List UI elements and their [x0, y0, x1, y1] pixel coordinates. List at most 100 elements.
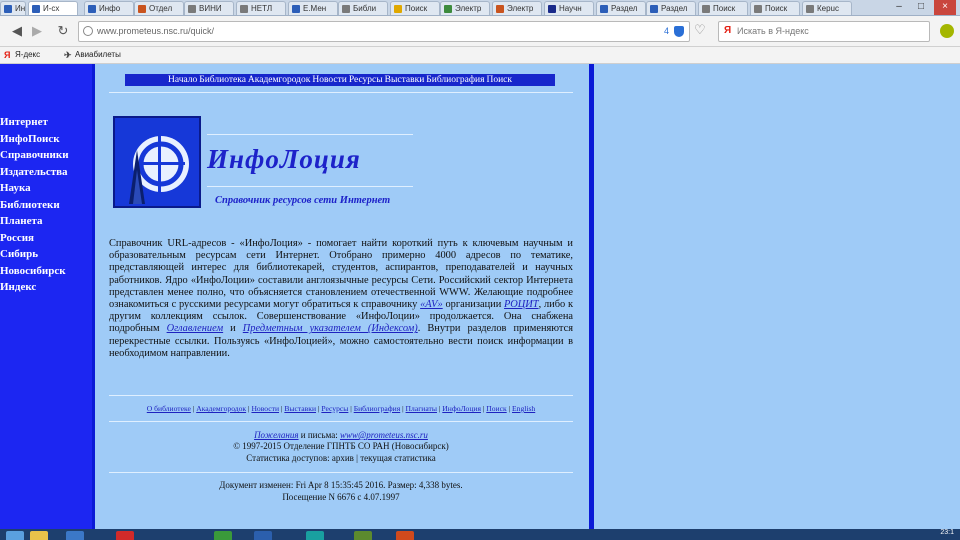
- topnav-link[interactable]: Библиотека: [199, 75, 246, 85]
- visits-text: Посещение N 6676 с 4.07.1997: [282, 491, 400, 502]
- bottomnav-link[interactable]: Новости: [251, 404, 279, 413]
- browser-tab[interactable]: Инфо: [0, 1, 26, 15]
- browser-tab[interactable]: Раздел: [646, 1, 696, 15]
- browser-tab[interactable]: Кеpuс: [802, 1, 852, 15]
- feedback-link[interactable]: Пожелания: [254, 430, 298, 440]
- heart-icon[interactable]: ♡: [694, 22, 706, 38]
- page-icon: [88, 5, 96, 13]
- browser-tab[interactable]: Электр: [440, 1, 490, 15]
- topnav-link[interactable]: Новости: [312, 75, 346, 85]
- topnav-link[interactable]: Выставки: [385, 75, 425, 85]
- app-icon[interactable]: [214, 531, 232, 540]
- search-input[interactable]: Я Искать в Я-ндекс: [718, 21, 930, 42]
- reload-icon[interactable]: ↻: [54, 22, 72, 40]
- sidebar-item[interactable]: Издательства: [0, 166, 68, 178]
- topnav-link[interactable]: Академгородок: [248, 75, 310, 85]
- tab-label: Поиск: [713, 4, 736, 13]
- minimize-icon[interactable]: –: [888, 0, 910, 15]
- av-link[interactable]: «AV»: [420, 299, 443, 310]
- page-icon: [600, 5, 608, 13]
- bottomnav-link[interactable]: Плагиаты: [406, 404, 437, 413]
- rocit-link[interactable]: РОЦИТ: [504, 299, 539, 310]
- browser-tab[interactable]: Электр: [492, 1, 542, 15]
- bottomnav-link[interactable]: Ресурсы: [321, 404, 348, 413]
- bottomnav-link[interactable]: Поиск: [486, 404, 506, 413]
- sidebar-item[interactable]: Планета: [0, 215, 43, 227]
- tab-label: Отдел: [149, 4, 173, 13]
- browser-tab[interactable]: ВИНИ: [184, 1, 234, 15]
- contents-link[interactable]: Оглавлением: [167, 323, 224, 334]
- tab-label: НЕТЛ: [251, 4, 273, 13]
- sidebar-item[interactable]: Сибирь: [0, 248, 38, 260]
- plane-icon: ✈: [64, 50, 72, 60]
- bottomnav-link[interactable]: О библиотеке: [147, 404, 191, 413]
- powerpoint-icon[interactable]: [396, 531, 414, 540]
- divider: [109, 92, 573, 93]
- browser-tab[interactable]: Поиск: [698, 1, 748, 15]
- sidebar-item[interactable]: Справочники: [0, 149, 69, 161]
- browser-tab[interactable]: НЕТЛ: [236, 1, 286, 15]
- browser-tab[interactable]: Отдел: [134, 1, 184, 15]
- email-link[interactable]: www@prometeus.nsc.ru: [340, 430, 428, 440]
- topnav-link[interactable]: Начало: [168, 75, 197, 85]
- sidebar-item[interactable]: Индекс: [0, 281, 36, 293]
- close-icon[interactable]: ×: [934, 0, 956, 15]
- address-bar[interactable]: www.prometeus.nsc.ru/quick/ 4: [78, 21, 690, 42]
- browser-menu-icon[interactable]: [940, 24, 954, 38]
- opera-icon[interactable]: [116, 531, 134, 540]
- yandex-icon: Я: [724, 25, 732, 36]
- back-icon[interactable]: ◀: [8, 22, 26, 40]
- browser-tab[interactable]: Поиск: [390, 1, 440, 15]
- app-icon[interactable]: [354, 531, 372, 540]
- search-placeholder: Искать в Я-ндекс: [737, 26, 809, 36]
- top-navigation: Начало Библиотека Академгородок Новости Ресу…: [125, 74, 555, 86]
- tab-label: Поиск: [405, 4, 428, 13]
- word-icon[interactable]: [254, 531, 272, 540]
- media-icon[interactable]: [66, 531, 84, 540]
- sidebar-item[interactable]: Интернет: [0, 116, 48, 128]
- topnav-link[interactable]: Поиск: [486, 75, 512, 85]
- maximize-icon[interactable]: □: [910, 0, 932, 15]
- tab-label: Инфо: [99, 4, 121, 13]
- url-count: 4: [663, 26, 669, 36]
- topnav-link[interactable]: Ресурсы: [349, 75, 383, 85]
- page-icon: [292, 5, 300, 13]
- bottomnav-link[interactable]: Выставки: [284, 404, 316, 413]
- topnav-link[interactable]: Библиография: [426, 75, 484, 85]
- paragraph-text: и: [223, 323, 243, 335]
- forward-icon[interactable]: ▶: [28, 22, 46, 40]
- shield-icon[interactable]: [674, 26, 684, 37]
- browser-tab[interactable]: И-сх: [28, 1, 78, 15]
- contacts-block: Пожелания и письма: www@prometeus.nsc.ru…: [109, 430, 573, 464]
- browser-tab[interactable]: Инфо: [84, 1, 134, 15]
- sidebar-item[interactable]: ИнфоПоиск: [0, 133, 60, 145]
- sidebar-item[interactable]: Библиотеки: [0, 199, 60, 211]
- browser-tab[interactable]: Научн: [544, 1, 594, 15]
- sidebar-item[interactable]: Новосибирск: [0, 265, 66, 277]
- divider: [109, 472, 573, 473]
- browser-tab[interactable]: Е.Мен: [288, 1, 338, 15]
- globe-icon: [83, 26, 93, 36]
- start-icon[interactable]: [6, 531, 24, 540]
- app-icon[interactable]: [306, 531, 324, 540]
- bottom-navigation: О библиотеке | Академгородок | Новости |…: [109, 404, 573, 413]
- bookmark-aviabilety[interactable]: ✈ Авиабилеты: [64, 50, 121, 60]
- sidebar-item[interactable]: Россия: [0, 232, 34, 244]
- explorer-icon[interactable]: [30, 531, 48, 540]
- page-icon: [650, 5, 658, 13]
- bottomnav-link[interactable]: Академгородок: [196, 404, 246, 413]
- browser-tab[interactable]: Поиск: [750, 1, 800, 15]
- page-icon: [342, 5, 350, 13]
- bottomnav-link[interactable]: ИнфоЛоция: [442, 404, 481, 413]
- statistics-links[interactable]: Статистика доступов: архив | текущая ста…: [109, 453, 573, 464]
- browser-tab[interactable]: Библи: [338, 1, 388, 15]
- bookmark-yandex[interactable]: Я Я-декс: [4, 50, 40, 60]
- bottomnav-link[interactable]: Библиография: [354, 404, 401, 413]
- browser-tab[interactable]: Раздел: [596, 1, 646, 15]
- tab-label: Электр: [455, 4, 482, 13]
- sidebar-item[interactable]: Наука: [0, 182, 31, 194]
- bottomnav-link[interactable]: English: [512, 404, 535, 413]
- tab-label: Кеpuс: [817, 4, 840, 13]
- index-link[interactable]: Предметным указателем (Индексом): [243, 323, 418, 334]
- logo-subtitle: Справочник ресурсов сети Интернет: [215, 195, 391, 206]
